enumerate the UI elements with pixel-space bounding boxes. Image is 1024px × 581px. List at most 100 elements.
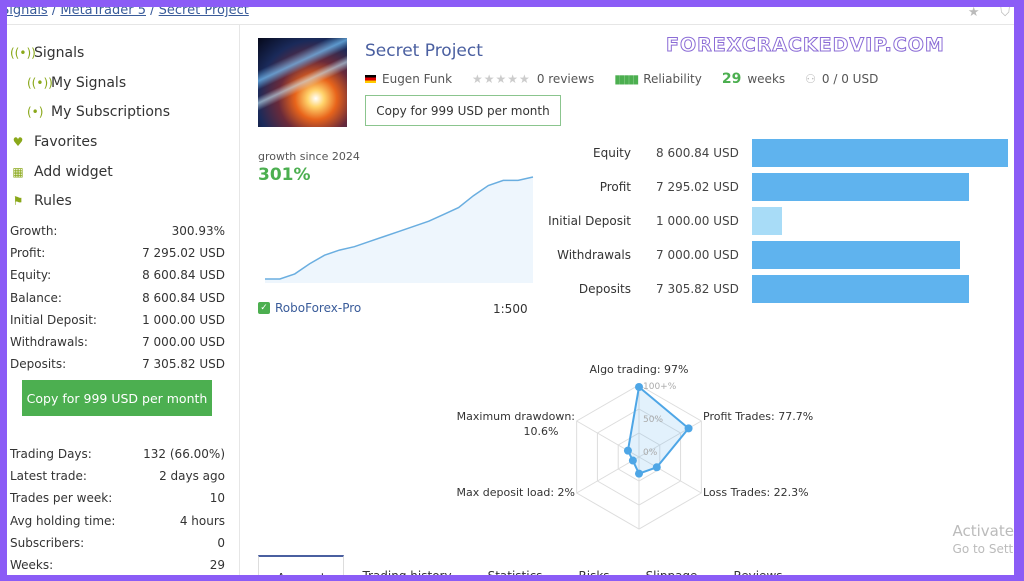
tabs: AccountTrading historyStatisticsRisksSli… bbox=[258, 555, 801, 575]
rules-icon: ⚑ bbox=[12, 194, 24, 208]
stat-value: 7 000.00 USD bbox=[142, 335, 225, 349]
tab-reviews[interactable]: Reviews bbox=[715, 555, 800, 575]
favorites-icon: ♥ bbox=[12, 135, 24, 149]
stat-label: Subscribers: bbox=[10, 535, 85, 550]
stat-value: 7 305.82 USD bbox=[142, 357, 225, 372]
stat-value: 7 295.02 USD bbox=[142, 246, 225, 261]
sidebar-item-rules[interactable]: ⚑ Rules bbox=[10, 193, 72, 209]
radar-label-value: 10.6% bbox=[524, 425, 559, 438]
shield-icon[interactable]: ⛉ bbox=[1000, 7, 1010, 20]
weeks-label: weeks bbox=[747, 72, 786, 86]
radar-tick: 50% bbox=[643, 415, 663, 425]
sidebar-item-my-signals[interactable]: ((•)) My Signals bbox=[27, 75, 126, 91]
broker-link[interactable]: RoboForex-Pro bbox=[275, 301, 361, 315]
stat-row: Growth: 300.93% bbox=[10, 224, 225, 238]
bar-value: 7 305.82 USD bbox=[656, 282, 739, 296]
sidebar-item-label: My Signals bbox=[51, 75, 127, 91]
radar-point bbox=[628, 456, 637, 465]
stat-label: Initial Deposit: bbox=[10, 312, 97, 327]
tab-account[interactable]: Account bbox=[258, 555, 345, 575]
radar-point bbox=[684, 424, 693, 433]
stat-row: Balance: 8 600.84 USD bbox=[10, 291, 225, 305]
bar bbox=[752, 275, 970, 303]
stat-row: Equity: 8 600.84 USD bbox=[10, 268, 225, 282]
stat-label: Growth: bbox=[10, 224, 58, 238]
tab-risks[interactable]: Risks bbox=[560, 555, 627, 575]
signal-icon: ((•)) bbox=[10, 46, 36, 60]
germany-flag-icon bbox=[365, 75, 376, 83]
sidebar-item-add-widget[interactable]: ▦ Add widget bbox=[10, 164, 113, 180]
bar bbox=[752, 139, 1008, 167]
balance-row: Profit 7 295.02 USD bbox=[521, 173, 1014, 201]
stat-value: 1 000.00 USD bbox=[142, 312, 225, 327]
stat-label: Trades per week: bbox=[10, 491, 113, 506]
sidebar-item-favorites[interactable]: ♥ Favorites bbox=[10, 134, 98, 150]
stat-value: 8 600.84 USD bbox=[142, 290, 225, 305]
widget-icon: ▦ bbox=[12, 165, 24, 179]
stat-value: 4 hours bbox=[179, 513, 225, 528]
windows-activation-watermark: Activate Go to Sett bbox=[952, 522, 1014, 556]
breadcrumb-metatrader[interactable]: MetaTrader 5 bbox=[60, 7, 146, 18]
balance-row: Initial Deposit 1 000.00 USD bbox=[521, 207, 1014, 235]
signal-icon: ((•)) bbox=[27, 76, 53, 90]
radar-chart: 100+% 50% 0% Algo trading: 97% Profit Trades… bbox=[457, 363, 814, 535]
stat-row: Deposits: 7 305.82 USD bbox=[10, 357, 225, 371]
tab-trading-history[interactable]: Trading history bbox=[344, 555, 469, 575]
stat-label: Avg holding time: bbox=[10, 513, 116, 528]
stat-label: Profit: bbox=[10, 246, 46, 261]
radar-tick: 0% bbox=[643, 448, 658, 458]
stat-value: 132 (66.00%) bbox=[143, 447, 225, 461]
stat-label: Deposits: bbox=[10, 357, 67, 372]
stat-label: Weeks: bbox=[10, 558, 54, 572]
bar-label: Deposits bbox=[578, 282, 631, 296]
author-link[interactable]: Eugen Funk bbox=[382, 72, 452, 86]
tab-statistics[interactable]: Statistics bbox=[470, 555, 561, 575]
stat-row: Trades per week: 10 bbox=[10, 491, 225, 505]
subscribers-value: 0 / 0 USD bbox=[821, 72, 879, 86]
breadcrumb-current[interactable]: Secret Project bbox=[159, 7, 249, 18]
sidebar: ((•)) Signals ((•)) My Signals (•) My Subscri… bbox=[7, 25, 240, 575]
radar-label: Algo trading: 97% bbox=[589, 363, 688, 376]
growth-label: growth since 2024 bbox=[258, 150, 360, 163]
top-icons: ★ ⛉ bbox=[968, 7, 1010, 20]
reliability-label: Reliability bbox=[643, 72, 702, 86]
star-icon[interactable]: ★ bbox=[968, 7, 980, 20]
radar-point bbox=[635, 469, 643, 478]
radar-label: Profit Trades: 77.7% bbox=[703, 410, 813, 423]
stat-label: Balance: bbox=[10, 290, 62, 305]
tab-slippage[interactable]: Slippage bbox=[628, 555, 716, 575]
signal-meta: Eugen Funk ★★★★★ 0 reviews ▮▮▮▮▮ Reliabi… bbox=[365, 71, 878, 87]
watermark: FOREXCRACKEDVIP.COM bbox=[666, 34, 945, 57]
bar-value: 7 295.02 USD bbox=[656, 180, 739, 194]
sidebar-copy-button[interactable]: Copy for 999 USD per month bbox=[22, 380, 212, 416]
signal-logo bbox=[258, 38, 347, 127]
breadcrumb-signals[interactable]: Signals bbox=[7, 7, 48, 18]
verified-icon: ✓ bbox=[258, 302, 270, 314]
bar-label: Withdrawals bbox=[557, 248, 631, 262]
radar-label: Trading activity: 16.4% bbox=[575, 533, 702, 535]
radar-tick: 100+% bbox=[643, 382, 677, 392]
sidebar-item-label: My Subscriptions bbox=[51, 104, 171, 120]
sidebar-item-label: Rules bbox=[34, 193, 72, 209]
signal-title[interactable]: Secret Project bbox=[365, 41, 483, 61]
stat-value: 29 bbox=[209, 558, 225, 572]
leverage: 1:500 bbox=[493, 302, 528, 316]
stat-label: Withdrawals: bbox=[10, 335, 88, 349]
copy-signal-button[interactable]: Copy for 999 USD per month bbox=[365, 95, 561, 126]
radar-label: Max deposit load: 2% bbox=[457, 486, 575, 499]
stat-value: 0 bbox=[217, 535, 225, 550]
bar bbox=[752, 173, 970, 201]
bar-label: Profit bbox=[599, 180, 631, 194]
reliability-bars-icon: ▮▮▮▮▮ bbox=[614, 72, 639, 86]
balance-row: Withdrawals 7 000.00 USD bbox=[521, 241, 1014, 269]
stat-row: Withdrawals: 7 000.00 USD bbox=[10, 335, 225, 349]
sidebar-item-my-subscriptions[interactable]: (•) My Subscriptions bbox=[27, 104, 170, 120]
bar-value: 1 000.00 USD bbox=[656, 214, 739, 228]
reviews-link[interactable]: 0 reviews bbox=[537, 72, 594, 86]
sidebar-item-label: Add widget bbox=[34, 164, 113, 180]
stat-row: Profit: 7 295.02 USD bbox=[10, 246, 225, 260]
rating-stars-icon: ★★★★★ bbox=[472, 72, 531, 86]
sidebar-item-label: Favorites bbox=[34, 134, 98, 150]
stat-row: Trading Days: 132 (66.00%) bbox=[10, 447, 225, 461]
sidebar-item-signals[interactable]: ((•)) Signals bbox=[10, 45, 84, 61]
